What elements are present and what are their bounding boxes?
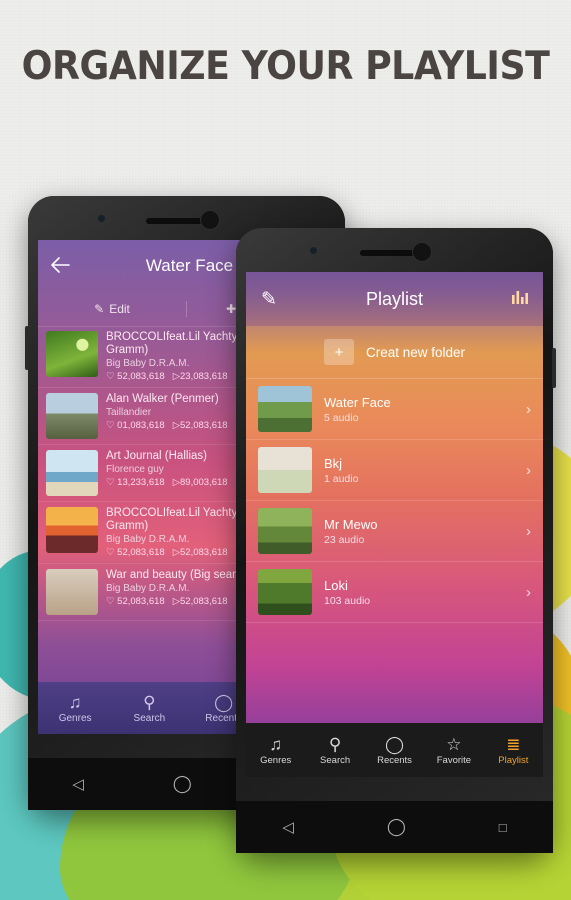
pencil-icon: ✎ xyxy=(94,302,105,316)
track-plays: ▷52,083,618 xyxy=(172,420,228,431)
folder-count: 103 audio xyxy=(324,594,371,607)
new-folder-icon: + xyxy=(323,339,354,365)
folder-count: 5 audio xyxy=(324,411,359,424)
folder-name: Water Face xyxy=(324,394,391,410)
front-camera xyxy=(412,242,432,262)
folder-thumbnail xyxy=(258,569,312,615)
track-likes: ♡ 01,083,618 xyxy=(106,420,165,431)
tab-recents[interactable]: ◯ Recents xyxy=(365,734,424,766)
playlist-screen: ✎ Playlist + Creat new folder Water Face… xyxy=(246,272,543,777)
playlist-icon: ≣ xyxy=(506,735,521,754)
back-arrow-icon[interactable] xyxy=(38,253,82,279)
track-plays: ▷89,003,618 xyxy=(172,477,228,488)
bottom-tab-bar-front: ♫ Genres ⚲ Search ◯ Recents ☆ Favorite ≣ xyxy=(246,723,543,777)
front-camera xyxy=(200,210,220,230)
track-thumbnail xyxy=(46,569,98,615)
folder-list[interactable]: Water Face 5 audio › Bkj 1 audio › Mr Me… xyxy=(246,379,543,623)
track-thumbnail xyxy=(46,393,98,439)
folder-thumbnail xyxy=(258,508,312,554)
folder-count: 23 audio xyxy=(324,533,365,546)
list-item[interactable]: Bkj 1 audio › xyxy=(246,440,543,501)
music-note-icon: ♫ xyxy=(269,735,283,754)
tab-favorite[interactable]: ☆ Favorite xyxy=(424,734,483,766)
chevron-right-icon: › xyxy=(526,400,531,418)
edit-label: Edit xyxy=(109,302,130,316)
back-triangle-icon[interactable]: ◁ xyxy=(282,818,294,836)
track-likes: ♡ 13,233,618 xyxy=(106,477,165,488)
search-icon: ⚲ xyxy=(328,735,342,754)
track-likes: ♡ 52,083,618 xyxy=(106,547,165,558)
folder-thumbnail xyxy=(258,386,312,432)
plus-icon: ✚ xyxy=(226,302,237,316)
phone-mockup-front: ✎ Playlist + Creat new folder Water Face… xyxy=(236,228,556,853)
equalizer-icon[interactable] xyxy=(497,289,543,310)
track-thumbnail xyxy=(46,450,98,496)
tab-label: Recents xyxy=(377,755,412,766)
folder-name: Mr Mewo xyxy=(324,516,378,532)
folder-name: Bkj xyxy=(324,455,343,471)
tab-label: Search xyxy=(133,712,166,724)
tab-label: Playlist xyxy=(498,755,529,766)
volume-button xyxy=(25,326,29,370)
list-item[interactable]: Water Face 5 audio › xyxy=(246,379,543,440)
chevron-right-icon: › xyxy=(526,461,531,479)
tab-search[interactable]: ⚲ Search xyxy=(112,693,186,724)
tab-playlist[interactable]: ≣ Playlist xyxy=(484,734,543,766)
music-note-icon: ♫ xyxy=(68,692,82,712)
tab-search[interactable]: ⚲ Search xyxy=(305,734,364,766)
edit-button[interactable]: ✎ Edit xyxy=(38,302,186,316)
tab-genres[interactable]: ♫ Genres xyxy=(246,734,305,766)
playlist-title: Playlist xyxy=(365,288,423,309)
create-new-folder-button[interactable]: + Creat new folder xyxy=(246,326,543,379)
tab-label: Genres xyxy=(260,755,292,766)
chevron-right-icon: › xyxy=(526,522,531,540)
proximity-sensor xyxy=(98,215,105,222)
recents-square-icon[interactable]: □ xyxy=(499,820,507,835)
tab-genres[interactable]: ♫ Genres xyxy=(38,693,112,724)
track-plays: ▷52,083,618 xyxy=(172,547,228,558)
track-thumbnail xyxy=(46,507,98,553)
track-likes: ♡ 52,083,618 xyxy=(106,596,165,607)
track-plays: ▷52,083,618 xyxy=(172,596,228,607)
android-system-nav-front: ◁ ◯ □ xyxy=(236,801,553,853)
page-title: ORGANIZE YOUR PLAYLIST xyxy=(21,44,550,89)
folder-name: Loki xyxy=(324,577,348,593)
track-plays: ▷23,083,618 xyxy=(172,371,228,382)
tab-label: Genres xyxy=(58,712,92,724)
star-icon: ☆ xyxy=(446,735,462,754)
proximity-sensor xyxy=(310,247,317,254)
search-icon: ⚲ xyxy=(143,692,156,712)
clock-icon: ◯ xyxy=(385,735,405,754)
home-circle-icon[interactable]: ◯ xyxy=(173,774,192,794)
create-new-folder-label: Creat new folder xyxy=(365,344,466,360)
list-item[interactable]: Mr Mewo 23 audio › xyxy=(246,501,543,562)
folder-thumbnail xyxy=(258,447,312,493)
tab-label: Favorite xyxy=(436,755,472,766)
playlist-header: ✎ Playlist xyxy=(246,272,543,326)
track-thumbnail xyxy=(46,331,98,377)
home-circle-icon[interactable]: ◯ xyxy=(387,817,406,837)
list-item[interactable]: Loki 103 audio › xyxy=(246,562,543,623)
chevron-right-icon: › xyxy=(526,583,531,601)
back-triangle-icon[interactable]: ◁ xyxy=(72,775,84,793)
folder-count: 1 audio xyxy=(324,472,359,485)
power-button xyxy=(552,348,556,388)
track-likes: ♡ 52,083,618 xyxy=(106,371,165,382)
pencil-icon[interactable]: ✎ xyxy=(246,288,292,311)
tab-label: Search xyxy=(320,755,351,766)
phone-screen-front: ✎ Playlist + Creat new folder Water Face… xyxy=(246,272,543,777)
